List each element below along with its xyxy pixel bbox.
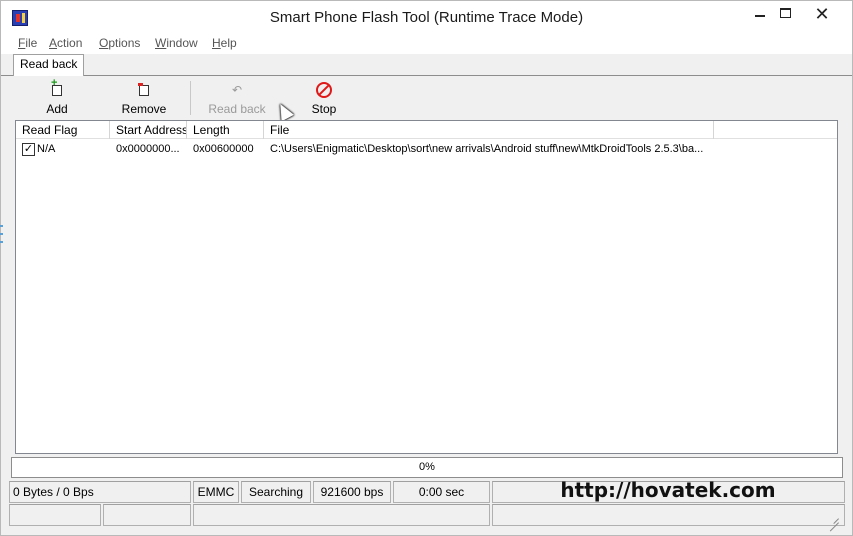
close-button[interactable]: ✕ (798, 3, 846, 27)
menu-file-label: ile (25, 36, 38, 50)
remove-button[interactable]: Remove (119, 79, 169, 119)
add-button-label: Add (46, 102, 68, 116)
read-flag-checkbox[interactable]: ✓ (22, 143, 35, 156)
column-start-address[interactable]: Start Address (110, 121, 187, 139)
app-window: Smart Phone Flash Tool (Runtime Trace Mo… (0, 0, 853, 536)
menu-window[interactable]: Window (155, 36, 198, 50)
menu-action-label: ction (57, 36, 83, 50)
read-back-button[interactable]: ↶ Read back (207, 79, 267, 119)
progress-percent: 0% (419, 461, 435, 473)
hovatek-watermark: http://hovatek.com (560, 478, 776, 502)
length-cell: 0x00600000 (193, 143, 254, 155)
background-window-edge (0, 225, 3, 255)
status-elapsed-time: 0:00 sec (393, 481, 490, 503)
status2-cell-4 (492, 504, 845, 526)
menu-help-label: elp (220, 36, 237, 50)
list-row[interactable]: ✓ N/A 0x0000000... 0x00600000 C:\Users\E… (16, 140, 837, 160)
secondary-status-bar (9, 504, 845, 526)
status-storage-type: EMMC (193, 481, 239, 503)
menu-options-accel: O (99, 36, 109, 50)
stop-button-label: Stop (311, 102, 337, 116)
title-bar[interactable]: Smart Phone Flash Tool (Runtime Trace Mo… (1, 1, 852, 34)
read-flag-cell: N/A (37, 143, 56, 155)
list-header: Read Flag Start Address Length File (16, 121, 837, 139)
add-file-icon (37, 77, 77, 100)
column-read-flag[interactable]: Read Flag (16, 121, 110, 139)
menu-help[interactable]: Help (212, 36, 237, 50)
remove-button-label: Remove (121, 102, 167, 116)
status-state: Searching (241, 481, 311, 503)
stop-icon (304, 82, 344, 100)
menu-options[interactable]: Options (99, 36, 140, 50)
toolbar-separator (190, 81, 191, 115)
status-baud-rate: 921600 bps (313, 481, 391, 503)
status2-cell-1 (9, 504, 101, 526)
status2-cell-3 (193, 504, 490, 526)
menu-action[interactable]: Action (49, 36, 82, 50)
status-transfer-rate: 0 Bytes / 0 Bps (9, 481, 191, 503)
read-back-button-label: Read back (208, 102, 266, 116)
menu-window-accel: W (155, 36, 167, 50)
status-bar: 0 Bytes / 0 Bps EMMC Searching 921600 bp… (9, 478, 845, 503)
column-length[interactable]: Length (187, 121, 264, 139)
start-address-cell: 0x0000000... (116, 143, 180, 155)
window-title: Smart Phone Flash Tool (Runtime Trace Mo… (269, 9, 584, 26)
maximize-button[interactable] (771, 3, 801, 27)
close-icon: ✕ (814, 4, 830, 24)
tab-read-back[interactable]: Read back (13, 54, 85, 76)
file-path-cell: C:\Users\Enigmatic\Desktop\sort\new arri… (270, 143, 704, 155)
tab-strip: Read back (1, 54, 852, 76)
read-back-list[interactable]: Read Flag Start Address Length File ✓ N/… (15, 120, 838, 454)
stop-button[interactable]: Stop (304, 79, 344, 119)
resize-grip-icon[interactable] (825, 509, 839, 523)
remove-file-icon (119, 82, 169, 100)
menu-help-accel: H (212, 36, 221, 50)
undo-arrow-icon: ↶ (231, 83, 243, 97)
status2-cell-2 (103, 504, 191, 526)
minimize-icon (755, 15, 765, 17)
maximize-icon (780, 8, 791, 18)
menu-file[interactable]: File (18, 36, 37, 50)
add-button[interactable]: Add (37, 77, 77, 119)
menu-options-label: ptions (108, 36, 141, 50)
menu-window-label: indow (166, 36, 198, 50)
progress-bar: 0% (11, 457, 843, 478)
menu-bar: File Action Options Window Help (1, 34, 852, 54)
menu-action-accel: A (49, 36, 58, 50)
column-file[interactable]: File (264, 121, 714, 139)
column-filler (714, 121, 837, 139)
toolbar: Add Remove ↶ Read back Stop (13, 77, 839, 119)
